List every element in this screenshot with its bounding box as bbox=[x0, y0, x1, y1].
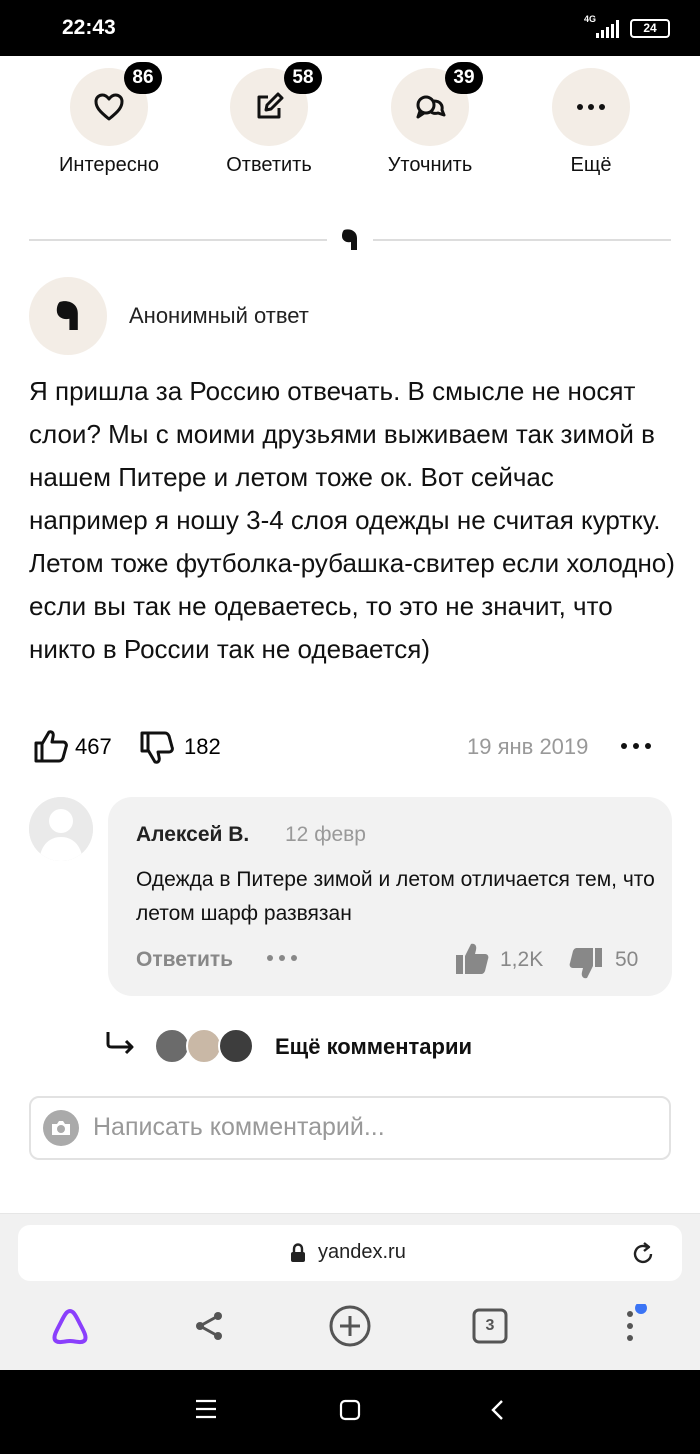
comment-bubble: Алексей В. 12 февр Одежда в Питере зимой… bbox=[108, 797, 672, 996]
comment-date: 12 февр bbox=[285, 823, 366, 846]
share-icon[interactable] bbox=[187, 1304, 231, 1348]
camera-icon[interactable] bbox=[43, 1110, 79, 1146]
chat-bubbles-icon bbox=[416, 95, 446, 119]
tabs-count: 3 bbox=[485, 1317, 495, 1334]
alice-assistant-icon[interactable] bbox=[48, 1304, 92, 1348]
status-time: 22:43 bbox=[62, 16, 116, 39]
yandex-q-logo-icon bbox=[56, 301, 78, 330]
answer-more-icon[interactable] bbox=[619, 732, 653, 760]
system-navigation-bar bbox=[0, 1370, 700, 1454]
more-comments-label: Ещё комментарии bbox=[275, 1034, 473, 1059]
comment-thumbs-up-icon[interactable] bbox=[454, 942, 490, 976]
more-actions-label: Ещё bbox=[570, 154, 612, 176]
heart-icon bbox=[94, 93, 124, 121]
comment-input-placeholder: Написать комментарий... bbox=[93, 1113, 385, 1141]
comment-more-icon[interactable] bbox=[264, 943, 300, 973]
battery-icon: 24 bbox=[630, 19, 670, 38]
comment-author[interactable]: Алексей В. bbox=[136, 823, 249, 847]
address-bar[interactable]: yandex.ru bbox=[18, 1225, 682, 1281]
home-square-icon[interactable] bbox=[338, 1398, 362, 1422]
clarify-count-badge: 39 bbox=[445, 62, 483, 94]
comment-dislikes-count: 50 bbox=[615, 948, 639, 971]
user-silhouette-icon bbox=[29, 797, 93, 861]
network-type: 4G bbox=[584, 14, 597, 24]
browser-bar: yandex.ru 3 bbox=[0, 1213, 700, 1370]
likes-count: 467 bbox=[75, 734, 112, 759]
interesting-button[interactable]: 86 Интересно bbox=[29, 62, 189, 177]
dislikes-count: 182 bbox=[184, 734, 221, 759]
tabs-counter-button[interactable]: 3 bbox=[468, 1304, 512, 1348]
new-tab-plus-icon[interactable] bbox=[328, 1304, 372, 1348]
interesting-count-badge: 86 bbox=[124, 62, 162, 94]
commenter-avatar-small bbox=[154, 1028, 190, 1064]
section-divider bbox=[29, 228, 671, 252]
reload-icon[interactable] bbox=[630, 1241, 656, 1267]
comment-likes-count: 1,2K bbox=[500, 948, 544, 971]
edit-icon bbox=[257, 92, 284, 119]
comment-reply-button[interactable]: Ответить bbox=[136, 948, 233, 972]
reply-arrow-icon bbox=[106, 1032, 134, 1055]
thumbs-down-icon[interactable] bbox=[139, 730, 175, 766]
browser-toolbar: 3 bbox=[0, 1304, 700, 1354]
clarify-button[interactable]: 39 Уточнить bbox=[350, 62, 510, 177]
answer-button[interactable]: 58 Ответить bbox=[189, 62, 349, 177]
more-dots-icon bbox=[577, 104, 605, 110]
answer-label: Ответить bbox=[226, 154, 312, 176]
answer-votes-row: 467 182 19 янв 2019 bbox=[29, 724, 671, 770]
more-actions-button[interactable]: Ещё bbox=[511, 68, 671, 177]
signal-icon bbox=[596, 20, 619, 38]
answer-author: Анонимный ответ bbox=[129, 303, 309, 328]
thumbs-up-icon[interactable] bbox=[33, 728, 69, 764]
answer-text: Я пришла за Россию отвечать. В смысле не… bbox=[29, 376, 675, 664]
menu-icon[interactable] bbox=[194, 1398, 218, 1420]
comment-input[interactable]: Написать комментарий... bbox=[29, 1096, 671, 1160]
yandex-q-logo-icon bbox=[342, 229, 357, 250]
question-actions: 86 Интересно 58 Ответить 39 Уточнить Ещё bbox=[0, 56, 700, 206]
browser-menu-icon[interactable] bbox=[608, 1304, 652, 1348]
url-text: yandex.ru bbox=[318, 1241, 406, 1263]
commenter-avatar-small bbox=[218, 1028, 254, 1064]
status-bar: 22:43 4G 24 bbox=[0, 0, 700, 56]
interesting-label: Интересно bbox=[59, 154, 159, 176]
back-icon[interactable] bbox=[487, 1398, 509, 1422]
commenter-avatar-small bbox=[186, 1028, 222, 1064]
answer-count-badge: 58 bbox=[284, 62, 322, 94]
lock-icon bbox=[291, 1243, 305, 1262]
comment-thumbs-down-icon[interactable] bbox=[568, 946, 604, 980]
commenter-avatar[interactable] bbox=[29, 797, 93, 861]
more-comments-link[interactable]: Ещё комментарии bbox=[104, 1024, 524, 1068]
clarify-label: Уточнить bbox=[387, 154, 473, 176]
anonymous-avatar bbox=[29, 277, 107, 355]
comment-text: Одежда в Питере зимой и летом отличается… bbox=[136, 868, 655, 925]
answer-date: 19 янв 2019 bbox=[467, 734, 589, 759]
